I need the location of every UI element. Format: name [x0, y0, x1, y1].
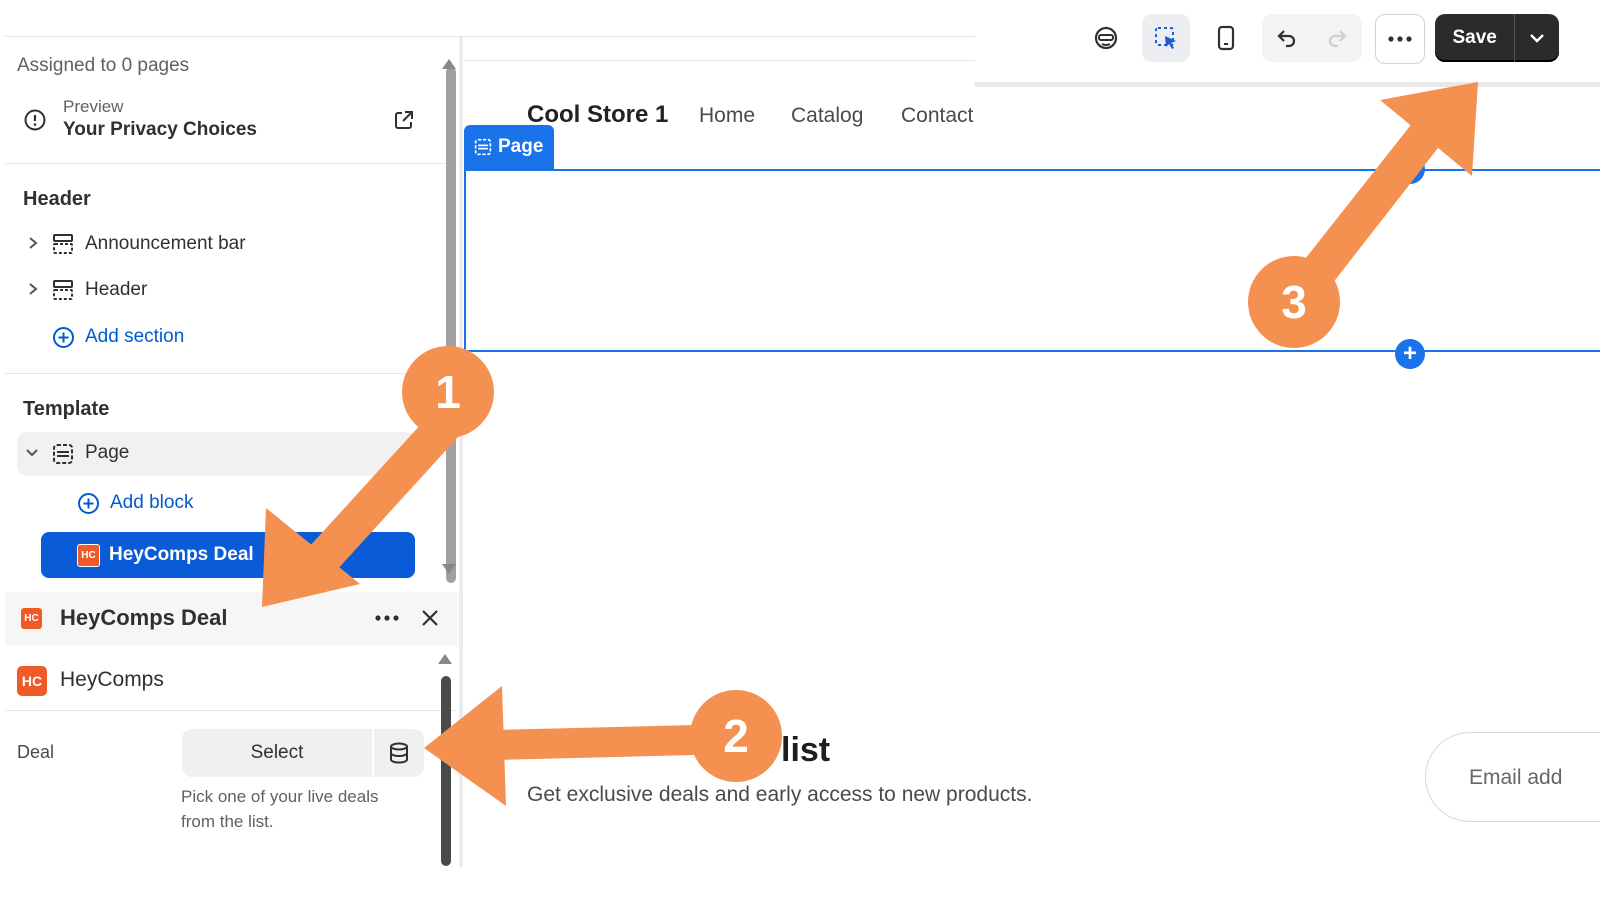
arrow-2-head: [424, 686, 506, 806]
annotation-badge-1: 1: [402, 346, 494, 438]
annotation-badge-2: 2: [690, 690, 782, 782]
annotation-badge-3: 3: [1248, 256, 1340, 348]
annotation-arrows: [262, 82, 1478, 806]
